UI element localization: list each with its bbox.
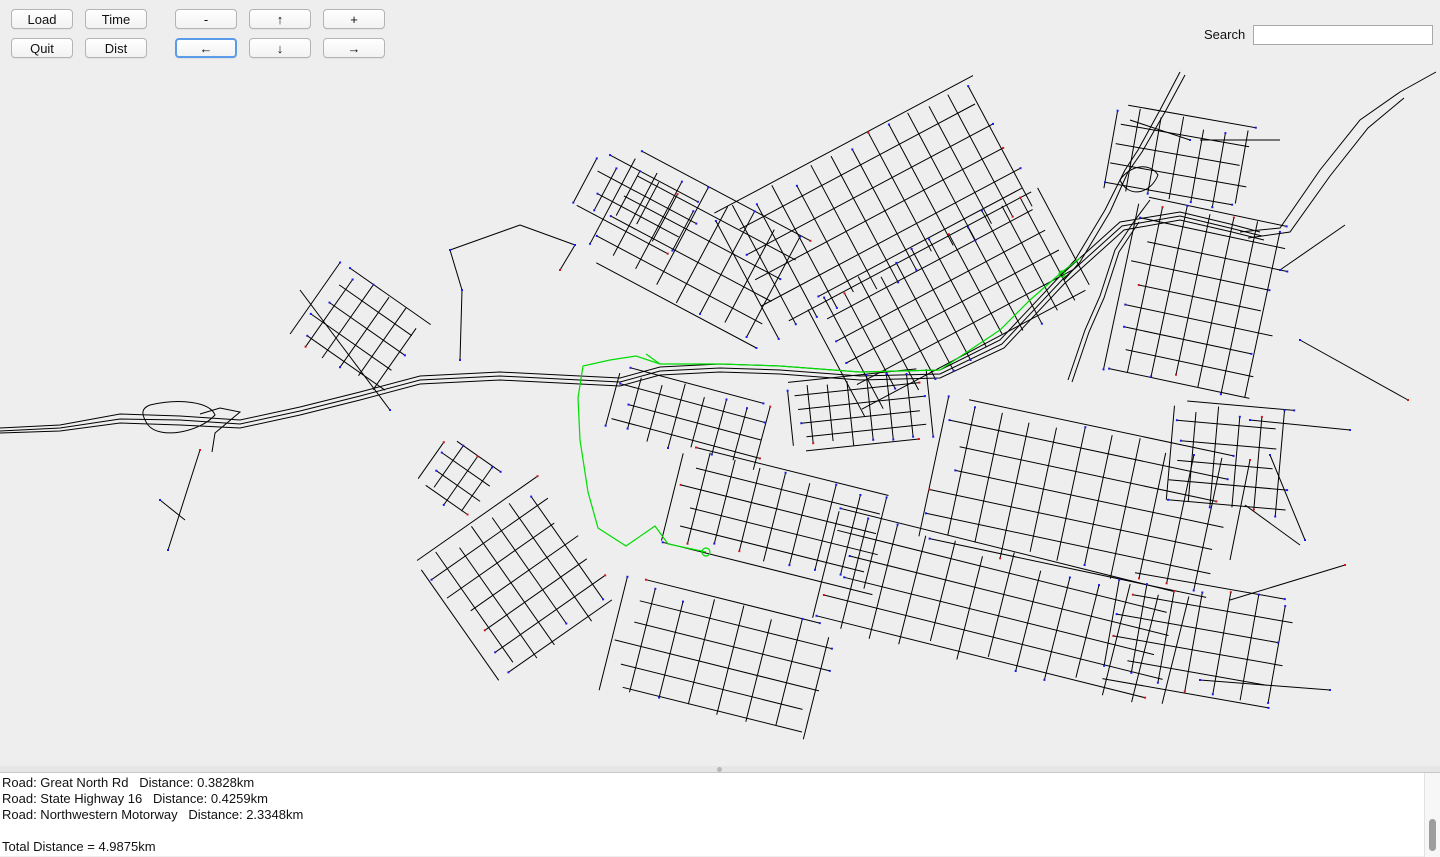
pan-down-button[interactable]: ↓ xyxy=(249,38,311,58)
output-scrollbar[interactable] xyxy=(1424,773,1440,857)
output-line: Road: State Highway 16 Distance: 0.4259k… xyxy=(2,791,268,806)
route-output-text: Road: Great North Rd Distance: 0.3828km … xyxy=(2,775,303,855)
scroll-thumb[interactable] xyxy=(1429,819,1436,851)
search-input[interactable] xyxy=(1253,25,1433,45)
zoom-in-button[interactable]: + xyxy=(323,9,385,29)
search-label: Search xyxy=(1204,27,1246,42)
intersection-markers xyxy=(159,85,1409,709)
dist-button[interactable]: Dist xyxy=(85,38,147,58)
quit-button[interactable]: Quit xyxy=(11,38,73,58)
time-button[interactable]: Time xyxy=(85,9,147,29)
pan-up-button[interactable]: ↑ xyxy=(249,9,311,29)
map-canvas[interactable] xyxy=(0,62,1440,766)
road-network xyxy=(159,75,1409,740)
output-line: Road: Great North Rd Distance: 0.3828km xyxy=(2,775,255,790)
load-button[interactable]: Load xyxy=(11,9,73,29)
output-panel[interactable]: Road: Great North Rd Distance: 0.3828km … xyxy=(0,772,1440,857)
pan-left-button[interactable]: ← xyxy=(175,38,237,58)
output-total: Total Distance = 4.9875km xyxy=(2,839,156,854)
output-line: Road: Northwestern Motorway Distance: 2.… xyxy=(2,807,304,822)
pan-right-button[interactable]: → xyxy=(323,38,385,58)
zoom-out-button[interactable]: - xyxy=(175,9,237,29)
